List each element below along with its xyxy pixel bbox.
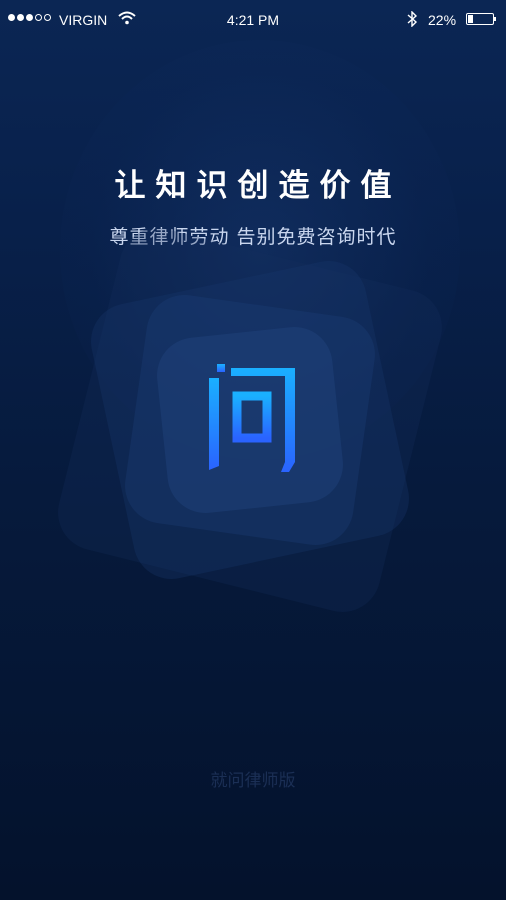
slogan-headline: 让知识创造价值 bbox=[114, 168, 402, 204]
bluetooth-icon bbox=[406, 10, 418, 30]
app-edition-label: 就问律师版 bbox=[210, 771, 296, 791]
battery-tip bbox=[494, 17, 496, 21]
battery-icon bbox=[466, 13, 494, 25]
status-bar: VIRGIN 4:21 PM 22% bbox=[0, 0, 506, 40]
slogan-subtitle: 尊重律师劳动 告别免费咨询时代 bbox=[109, 226, 397, 248]
battery-percentage: 22% bbox=[428, 12, 457, 28]
app-logo bbox=[203, 362, 303, 474]
battery-fill bbox=[468, 15, 473, 23]
